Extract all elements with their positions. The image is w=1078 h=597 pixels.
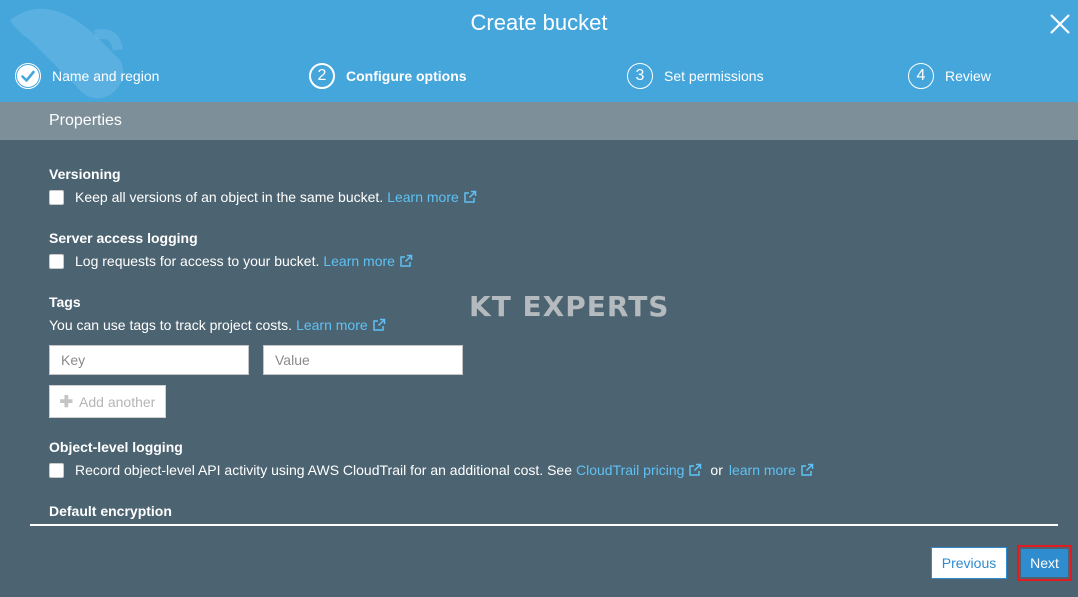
step-number: 4 bbox=[908, 63, 934, 89]
versioning-checkbox[interactable] bbox=[49, 189, 64, 205]
step-label: Set permissions bbox=[664, 68, 764, 84]
object-level-logging-row: Record object-level API activity using A… bbox=[49, 462, 814, 478]
tags-description-row: You can use tags to track project costs.… bbox=[49, 317, 386, 333]
next-button[interactable]: Next bbox=[1017, 545, 1072, 581]
modal-header: Create bucket Name and region 2 Configur… bbox=[0, 0, 1078, 102]
server-access-logging-checkbox[interactable] bbox=[49, 253, 64, 269]
properties-bar: Properties bbox=[0, 102, 1078, 140]
logging-learn-more-link[interactable]: Learn more bbox=[323, 253, 413, 269]
external-link-icon[interactable] bbox=[463, 190, 477, 204]
or-text: or bbox=[710, 462, 723, 478]
tag-value-input[interactable] bbox=[263, 345, 463, 375]
tag-key-input[interactable] bbox=[49, 345, 249, 375]
versioning-learn-more-link[interactable]: Learn more bbox=[387, 189, 477, 205]
object-level-logging-title: Object-level logging bbox=[49, 439, 183, 455]
step-number: 2 bbox=[309, 63, 335, 89]
step-number: 3 bbox=[627, 63, 653, 89]
watermark: KT EXPERTS bbox=[469, 290, 670, 323]
tags-description: You can use tags to track project costs. bbox=[49, 317, 293, 333]
external-link-icon[interactable] bbox=[372, 318, 386, 332]
tags-title: Tags bbox=[49, 294, 81, 310]
section-divider bbox=[30, 524, 1058, 526]
server-access-logging-title: Server access logging bbox=[49, 230, 198, 246]
external-link-icon[interactable] bbox=[688, 463, 702, 477]
server-access-logging-row: Log requests for access to your bucket. … bbox=[49, 253, 413, 269]
versioning-title: Versioning bbox=[49, 166, 121, 182]
step-label: Review bbox=[945, 68, 991, 84]
add-another-label: Add another bbox=[79, 393, 156, 410]
step-configure-options[interactable]: 2 Configure options bbox=[309, 63, 467, 89]
tags-learn-more-link[interactable]: Learn more bbox=[296, 317, 386, 333]
link-text[interactable]: learn more bbox=[729, 462, 796, 478]
modal-title: Create bucket bbox=[470, 10, 608, 35]
versioning-label: Keep all versions of an object in the sa… bbox=[75, 189, 384, 205]
close-button[interactable] bbox=[1046, 10, 1074, 38]
default-encryption-title: Default encryption bbox=[49, 503, 172, 519]
previous-button[interactable]: Previous bbox=[931, 547, 1007, 579]
external-link-icon[interactable] bbox=[800, 463, 814, 477]
step-label: Name and region bbox=[52, 68, 160, 84]
check-icon bbox=[15, 63, 41, 89]
step-review[interactable]: 4 Review bbox=[908, 63, 991, 89]
close-icon[interactable] bbox=[1046, 10, 1074, 38]
object-level-logging-label: Record object-level API activity using A… bbox=[75, 462, 572, 478]
link-text[interactable]: Learn more bbox=[323, 253, 395, 269]
link-text[interactable]: Learn more bbox=[296, 317, 368, 333]
link-text[interactable]: Learn more bbox=[387, 189, 459, 205]
server-access-logging-label: Log requests for access to your bucket. bbox=[75, 253, 320, 269]
plus-icon: ✚ bbox=[59, 393, 74, 411]
step-name-and-region[interactable]: Name and region bbox=[15, 63, 159, 89]
link-text[interactable]: CloudTrail pricing bbox=[576, 462, 684, 478]
step-set-permissions[interactable]: 3 Set permissions bbox=[627, 63, 764, 89]
versioning-row: Keep all versions of an object in the sa… bbox=[49, 189, 477, 205]
properties-title: Properties bbox=[49, 112, 122, 129]
object-level-logging-checkbox[interactable] bbox=[49, 462, 64, 478]
next-button-label[interactable]: Next bbox=[1021, 549, 1068, 577]
step-label: Configure options bbox=[346, 68, 467, 84]
add-another-tag-button[interactable]: ✚ Add another bbox=[49, 385, 166, 418]
object-logging-learn-more-link[interactable]: learn more bbox=[729, 462, 814, 478]
external-link-icon[interactable] bbox=[399, 254, 413, 268]
cloudtrail-pricing-link[interactable]: CloudTrail pricing bbox=[576, 462, 702, 478]
